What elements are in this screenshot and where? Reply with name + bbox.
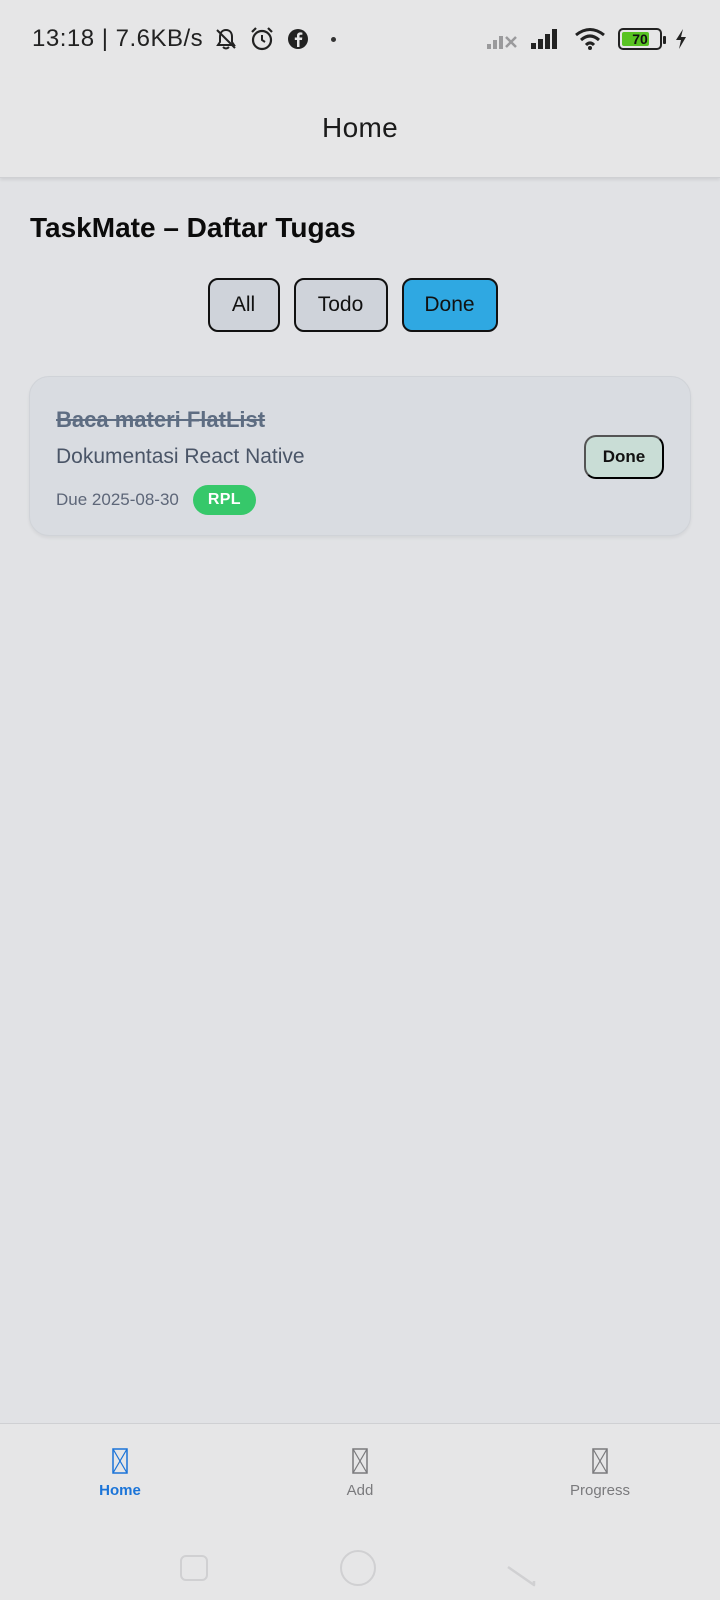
tab-add[interactable]: Add — [240, 1424, 480, 1533]
status-right: 70 — [486, 27, 688, 51]
task-description: Dokumentasi React Native — [56, 445, 305, 468]
bottom-tab-bar: Home Add Progress — [0, 1423, 720, 1533]
battery-level: 70 — [632, 31, 648, 47]
bell-off-icon — [216, 28, 237, 50]
progress-icon — [592, 1448, 608, 1474]
page-heading: TaskMate – Daftar Tugas — [30, 212, 356, 243]
header-title: Home — [322, 111, 398, 143]
tab-progress-label: Progress — [569, 1482, 631, 1499]
filter-all-button[interactable]: All — [207, 278, 280, 332]
main-content: TaskMate – Daftar Tugas All Todo Done Ba… — [0, 180, 720, 1423]
task-due-date: Due 2025-08-30 — [56, 490, 179, 509]
status-left: 13:18 | 7.6KB/s — [32, 25, 337, 53]
home-icon — [112, 1448, 128, 1474]
back-nav-button[interactable] — [504, 1555, 540, 1591]
filter-group: All Todo Done — [0, 278, 720, 332]
add-icon — [352, 1448, 368, 1474]
charging-icon — [676, 29, 686, 49]
app-header: Home — [0, 78, 720, 178]
alarm-icon — [251, 27, 273, 51]
tab-add-label: Add — [346, 1482, 374, 1499]
tab-home[interactable]: Home — [0, 1424, 240, 1533]
task-title: Baca materi FlatList — [56, 407, 266, 432]
tab-progress[interactable]: Progress — [480, 1424, 720, 1533]
notification-dot — [331, 36, 337, 42]
recent-apps-button[interactable] — [180, 1555, 208, 1581]
signal-icon — [531, 29, 557, 49]
task-status-button[interactable]: Done — [584, 435, 664, 479]
system-nav-bar — [0, 1533, 720, 1600]
battery-icon: 70 — [618, 28, 666, 50]
filter-done-button[interactable]: Done — [401, 278, 498, 332]
task-tag-badge: RPL — [192, 485, 256, 515]
wifi-icon — [575, 28, 605, 50]
tab-home-label: Home — [99, 1482, 141, 1499]
filter-todo-button[interactable]: Todo — [293, 278, 388, 332]
task-card[interactable]: Baca materi FlatList Dokumentasi React N… — [29, 376, 691, 536]
facebook-icon — [288, 29, 309, 49]
task-meta: Due 2025-08-30 RPL — [56, 485, 256, 515]
status-bar: 13:18 | 7.6KB/s 70 — [0, 0, 720, 78]
status-time-speed: 13:18 | 7.6KB/s — [32, 25, 204, 52]
home-nav-button[interactable] — [340, 1550, 376, 1586]
signal-off-icon — [487, 36, 517, 49]
